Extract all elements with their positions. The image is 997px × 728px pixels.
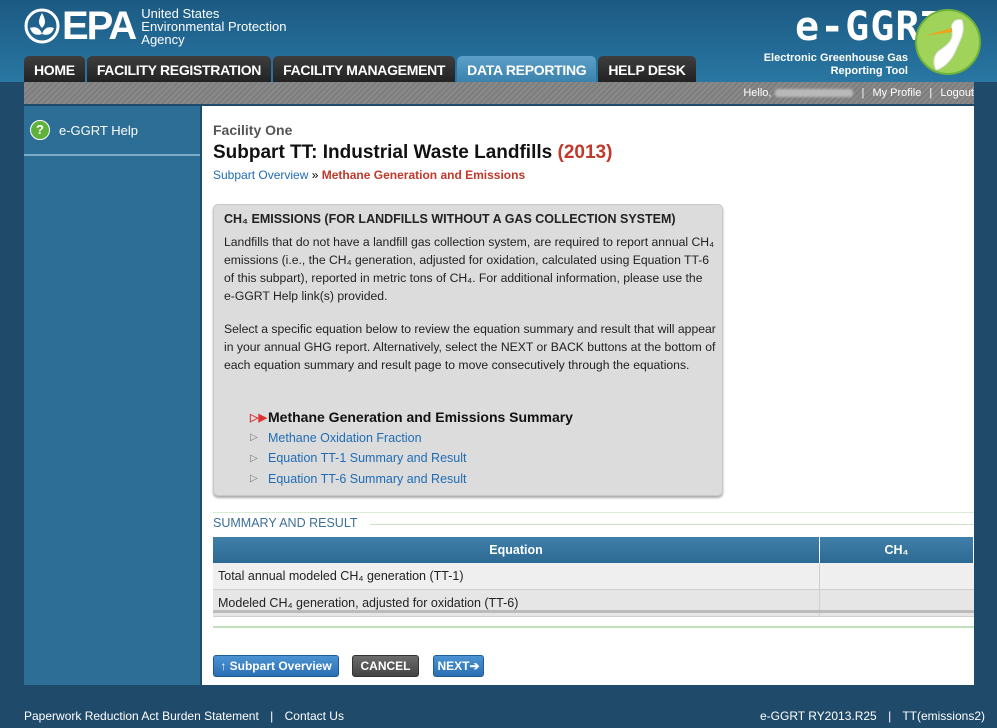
separator: | [929,87,933,99]
separator: | [861,87,865,99]
utility-bar: Hello, | My Profile | Logout [24,82,974,104]
equation-item: ▷ Methane Oxidation Fraction [250,428,573,449]
main-content: Facility One Subpart TT: Industrial Wast… [202,106,974,685]
contact-link[interactable]: Contact Us [285,709,344,723]
user-links: Hello, | My Profile | Logout [743,82,974,104]
divider [213,626,974,628]
help-icon: ? [30,120,50,140]
equation-link-tt1[interactable]: Equation TT-1 Summary and Result [268,451,466,465]
equation-item: ▷ Equation TT-1 Summary and Result [250,448,573,469]
reporting-year: (2013) [557,142,613,163]
breadcrumb-current: Methane Generation and Emissions [321,168,526,182]
tab-data-reporting[interactable]: DATA REPORTING [457,56,597,82]
main-nav: HOME FACILITY REGISTRATION FACILITY MANA… [24,56,698,82]
greeting: Hello, [743,87,772,99]
paperwork-link[interactable]: Paperwork Reduction Act Burden Statement [24,709,259,723]
agency-line-3: Agency [141,31,185,47]
summary-table: Equation CH₄ Total annual modeled CH₄ ge… [213,537,974,617]
arrow-right-icon: ▷ [250,452,258,464]
equation-link-tt6[interactable]: Equation TT-6 Summary and Result [268,472,466,486]
current-arrow-icon: ▷▶ [250,411,267,424]
column-header-ch4: CH₄ [819,537,974,563]
my-profile-link[interactable]: My Profile [872,87,921,99]
breadcrumb-subpart-overview[interactable]: Subpart Overview [213,168,308,182]
agency-line-1: United States [141,5,220,21]
egg-subtitle: Electronic Greenhouse Gas Reporting Tool [740,52,908,78]
egg-subtitle-line-2: Reporting Tool [830,65,908,77]
footer-version: e-GGRT RY2013.R25 | TT(emissions2) [760,709,985,723]
divider [370,524,974,525]
table-bottom-border [213,610,974,613]
epa-wordmark: EPA [62,4,137,48]
agency-name: United States Environmental Protection A… [141,7,286,46]
page-title: Subpart TT: Industrial Waste Landfills (… [213,142,612,164]
footer-links: Paperwork Reduction Act Burden Statement… [24,709,344,723]
cancel-button[interactable]: CANCEL [352,655,419,677]
facility-name: Facility One [213,122,293,138]
info-paragraph-2: Select a specific equation below to revi… [224,322,716,372]
subpart-title-text: Subpart TT: Industrial Waste Landfills [213,142,553,163]
arrow-right-icon: ▷ [250,473,258,485]
divider [213,512,974,513]
equation-list: ▷▶ Methane Generation and Emissions Summ… [250,407,573,489]
equation-item-current: ▷▶ Methane Generation and Emissions Summ… [250,407,573,428]
info-paragraph-1: Landfills that do not have a landfill ga… [224,235,715,303]
left-sidebar: ? e-GGRT Help [24,106,200,685]
column-header-equation: Equation [213,537,820,563]
table-cell-equation: Total annual modeled CH₄ generation (TT-… [213,563,820,590]
page-footer: Paperwork Reduction Act Burden Statement… [0,700,997,728]
page-id: TT(emissions2) [902,709,985,723]
egg-subtitle-line-1: Electronic Greenhouse Gas [763,52,908,64]
page-header: EPA United States Environmental Protecti… [0,0,997,82]
table-cell-value [819,563,974,590]
version-label: e-GGRT RY2013.R25 [759,709,877,723]
sidebar-item-label: e-GGRT Help [59,122,138,138]
egret-logo-icon [915,9,981,75]
sidebar-item-help[interactable]: ? e-GGRT Help [24,106,200,156]
equation-link-oxidation[interactable]: Methane Oxidation Fraction [268,431,422,445]
breadcrumb: Subpart Overview » Methane Generation an… [213,168,525,182]
equation-item-label: Methane Generation and Emissions Summary [268,409,573,426]
summary-heading: SUMMARY AND RESULT [213,516,358,530]
tab-help-desk[interactable]: HELP DESK [598,56,696,82]
equation-item: ▷ Equation TT-6 Summary and Result [250,469,573,490]
table-row: Total annual modeled CH₄ generation (TT-… [213,563,974,590]
info-box: CH₄ EMISSIONS (FOR LANDFILLS WITHOUT A G… [213,204,723,496]
separator: | [888,709,892,723]
agency-line-2: Environmental Protection [141,18,287,34]
tab-home[interactable]: HOME [24,56,85,82]
info-heading: CH₄ EMISSIONS (FOR LANDFILLS WITHOUT A G… [224,212,676,226]
tab-facility-management[interactable]: FACILITY MANAGEMENT [273,56,456,82]
subpart-overview-button[interactable]: ↑ Subpart Overview [213,655,339,677]
user-name-redacted [775,89,854,98]
breadcrumb-separator: » [311,168,319,182]
logout-link[interactable]: Logout [940,87,974,99]
epa-flower-icon [24,8,60,44]
next-button[interactable]: NEXT➔ [433,655,484,677]
epa-logo[interactable]: EPA United States Environmental Protecti… [24,6,287,46]
tab-facility-registration[interactable]: FACILITY REGISTRATION [86,56,272,82]
separator: | [270,709,274,723]
arrow-right-icon: ▷ [250,432,258,444]
